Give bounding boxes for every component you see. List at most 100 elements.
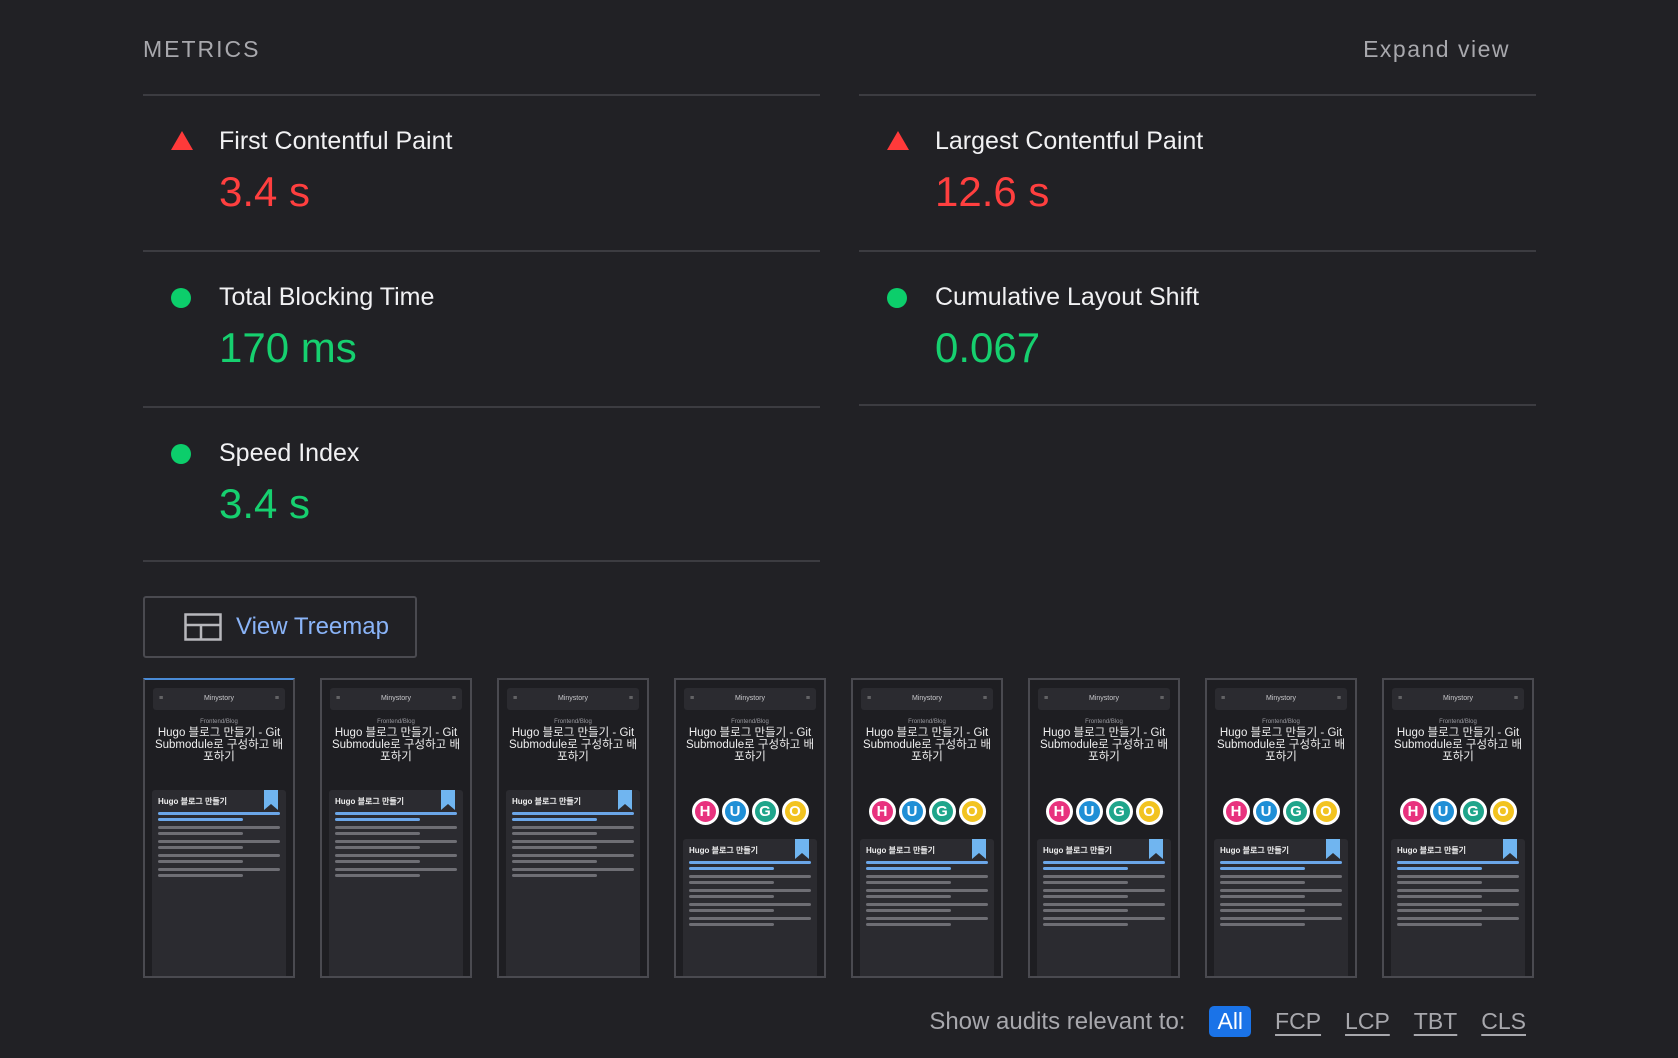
filmstrip-frame: ≡ Minystory ≡ Frontend/Blog Hugo 블로그 만들기 - G… [497,678,649,978]
menu-icon: ≡ [274,695,279,702]
frame-site-name: Minystory [1089,695,1119,702]
metric-label: Speed Index [219,439,360,467]
toc-line [1043,861,1165,864]
menu-icon: ≡ [1221,695,1226,702]
frame-toc-title: Hugo 블로그 만들기 [512,797,582,806]
view-treemap-button[interactable]: View Treemap [143,596,417,658]
frame-breadcrumb: Frontend/Blog [200,719,238,725]
logo-letter: U [1075,798,1103,825]
metrics-heading: METRICS [143,36,261,62]
toc-line [158,874,244,877]
frame-meta [676,766,824,772]
metric-value: 0.067 [935,324,1041,371]
toc-line [1043,895,1129,898]
logo-letter: H [1399,798,1427,825]
logo-letter: G [1282,798,1310,825]
toc-line [1043,923,1129,926]
toc-line [866,889,988,892]
toc-line [335,818,421,821]
frame-title: Hugo 블로그 만들기 - Git Submodule로 구성하고 배포하기 [1393,727,1523,763]
toc-line [335,874,421,877]
toc-line [689,917,811,920]
filter-chip-lcp[interactable]: LCP [1345,1008,1390,1035]
expand-view-toggle[interactable]: Expand view [1363,36,1510,63]
bookmark-icon [972,839,986,859]
hugo-logo: HUGO [676,798,824,825]
metric-first-contentful-paint: First Contentful Paint 3.4 s [143,94,820,250]
frame-site-name: Minystory [1443,695,1473,702]
logo-letter: G [1105,798,1133,825]
pass-circle-icon [171,444,191,464]
toc-line [1220,875,1342,878]
filmstrip-frame: ≡ Minystory ≡ Frontend/Blog Hugo 블로그 만들기 - G… [851,678,1003,978]
frame-title: Hugo 블로그 만들기 - Git Submodule로 구성하고 배포하기 [862,727,992,763]
menu-icon: ≡ [628,695,633,702]
toc-line [158,868,280,871]
menu-icon: ≡ [867,695,872,702]
filter-chip-tbt[interactable]: TBT [1414,1008,1457,1035]
toc-line [1397,895,1483,898]
toc-line [689,875,811,878]
toc-line [689,889,811,892]
logo-letter: O [1312,798,1340,825]
toc-line [335,812,457,815]
toc-line [335,868,457,871]
logo-letter: U [1429,798,1457,825]
frame-title: Hugo 블로그 만들기 - Git Submodule로 구성하고 배포하기 [331,727,461,763]
frame-breadcrumb: Frontend/Blog [377,719,415,725]
metric-value: 170 ms [219,324,357,371]
bookmark-icon [618,790,632,810]
frame-breadcrumb: Frontend/Blog [1262,719,1300,725]
toc-line [866,903,988,906]
frame-topbar: ≡ Minystory ≡ [153,688,285,710]
toc-line [1397,881,1483,884]
frame-toc-title: Hugo 블로그 만들기 [158,797,228,806]
menu-icon: ≡ [1336,695,1341,702]
toc-line [1220,903,1342,906]
frame-site-name: Minystory [912,695,942,702]
frame-meta [322,766,470,772]
toc-line [866,909,952,912]
toc-line [1397,889,1519,892]
frame-site-name: Minystory [735,695,765,702]
frame-topbar: ≡ Minystory ≡ [1215,688,1347,710]
bookmark-icon [1149,839,1163,859]
logo-letter: O [1489,798,1517,825]
toc-line [866,875,988,878]
toc-line [1043,889,1165,892]
toc-line [689,881,775,884]
metric-value: 3.4 s [219,480,311,527]
filmstrip: ≡ Minystory ≡ Frontend/Blog Hugo 블로그 만들기 - G… [143,678,1536,978]
metric-label: First Contentful Paint [219,127,453,155]
frame-toc: Hugo 블로그 만들기 [152,790,286,976]
toc-line [1220,889,1342,892]
frame-toc-title: Hugo 블로그 만들기 [866,846,936,855]
treemap-icon [184,613,222,641]
toc-line [158,840,280,843]
metric-speed-index: Speed Index 3.4 s [143,406,820,562]
toc-line [158,854,280,857]
frame-topbar: ≡ Minystory ≡ [330,688,462,710]
toc-line [158,812,280,815]
logo-letter: H [1222,798,1250,825]
toc-line [689,861,811,864]
frame-toc-title: Hugo 블로그 만들기 [335,797,405,806]
frame-toc: Hugo 블로그 만들기 [1037,839,1171,976]
toc-line [158,826,280,829]
toc-line [512,840,634,843]
frame-toc: Hugo 블로그 만들기 [860,839,994,976]
toc-line [1043,917,1165,920]
toc-line [512,832,598,835]
frame-site-name: Minystory [381,695,411,702]
filter-chip-cls[interactable]: CLS [1481,1008,1526,1035]
toc-line [1043,875,1165,878]
toc-line [1043,909,1129,912]
toc-line [1397,867,1483,870]
toc-line [512,846,598,849]
logo-letter: G [1459,798,1487,825]
filter-chip-fcp[interactable]: FCP [1275,1008,1321,1035]
filter-chip-all[interactable]: All [1209,1006,1252,1037]
logo-letter: O [1135,798,1163,825]
frame-meta [499,766,647,772]
logo-letter: U [721,798,749,825]
